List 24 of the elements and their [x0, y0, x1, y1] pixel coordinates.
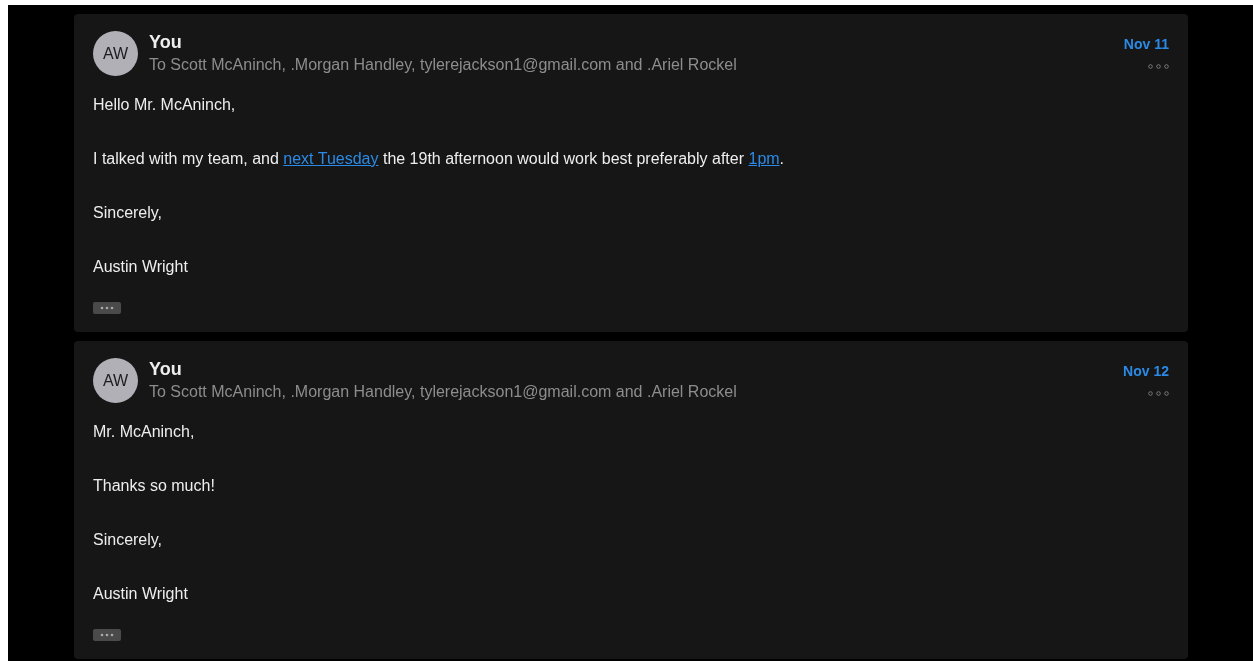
link[interactable]: 1pm: [748, 150, 780, 167]
more-icon[interactable]: [1148, 391, 1169, 396]
sender-name: You: [149, 31, 183, 53]
ellipsis-icon: [99, 306, 115, 310]
message-date: Nov 12: [1123, 363, 1169, 379]
more-icon[interactable]: [1148, 64, 1169, 69]
sender-name: You: [149, 358, 183, 380]
ellipsis-icon: [99, 633, 115, 637]
message-paragraph: Thanks so much!: [93, 476, 216, 496]
message-paragraph: Hello Mr. McAninch,: [93, 95, 237, 115]
link[interactable]: next Tuesday: [283, 150, 379, 167]
recipients: To Scott McAninch, .Morgan Handley, tylerejackson1@gmail.com and .Ariel Rockel: [149, 382, 738, 402]
show-quoted-button[interactable]: [93, 629, 121, 641]
message-paragraph: Austin Wright: [93, 584, 189, 604]
message-date: Nov 11: [1123, 36, 1169, 52]
avatar: AW: [93, 358, 138, 403]
message-paragraph: I talked with my team, and next Tuesday the 19th afternoon would work best preferably after 1pm.: [93, 149, 786, 169]
show-quoted-button[interactable]: [93, 302, 121, 314]
message-paragraph: Sincerely,: [93, 530, 164, 550]
message-paragraph: Mr. McAninch,: [93, 422, 196, 442]
message-paragraph: Austin Wright: [93, 257, 189, 277]
recipients: To Scott McAninch, .Morgan Handley, tylerejackson1@gmail.com and .Ariel Rockel: [149, 55, 738, 75]
avatar: AW: [93, 31, 138, 76]
message-paragraph: Sincerely,: [93, 203, 164, 223]
